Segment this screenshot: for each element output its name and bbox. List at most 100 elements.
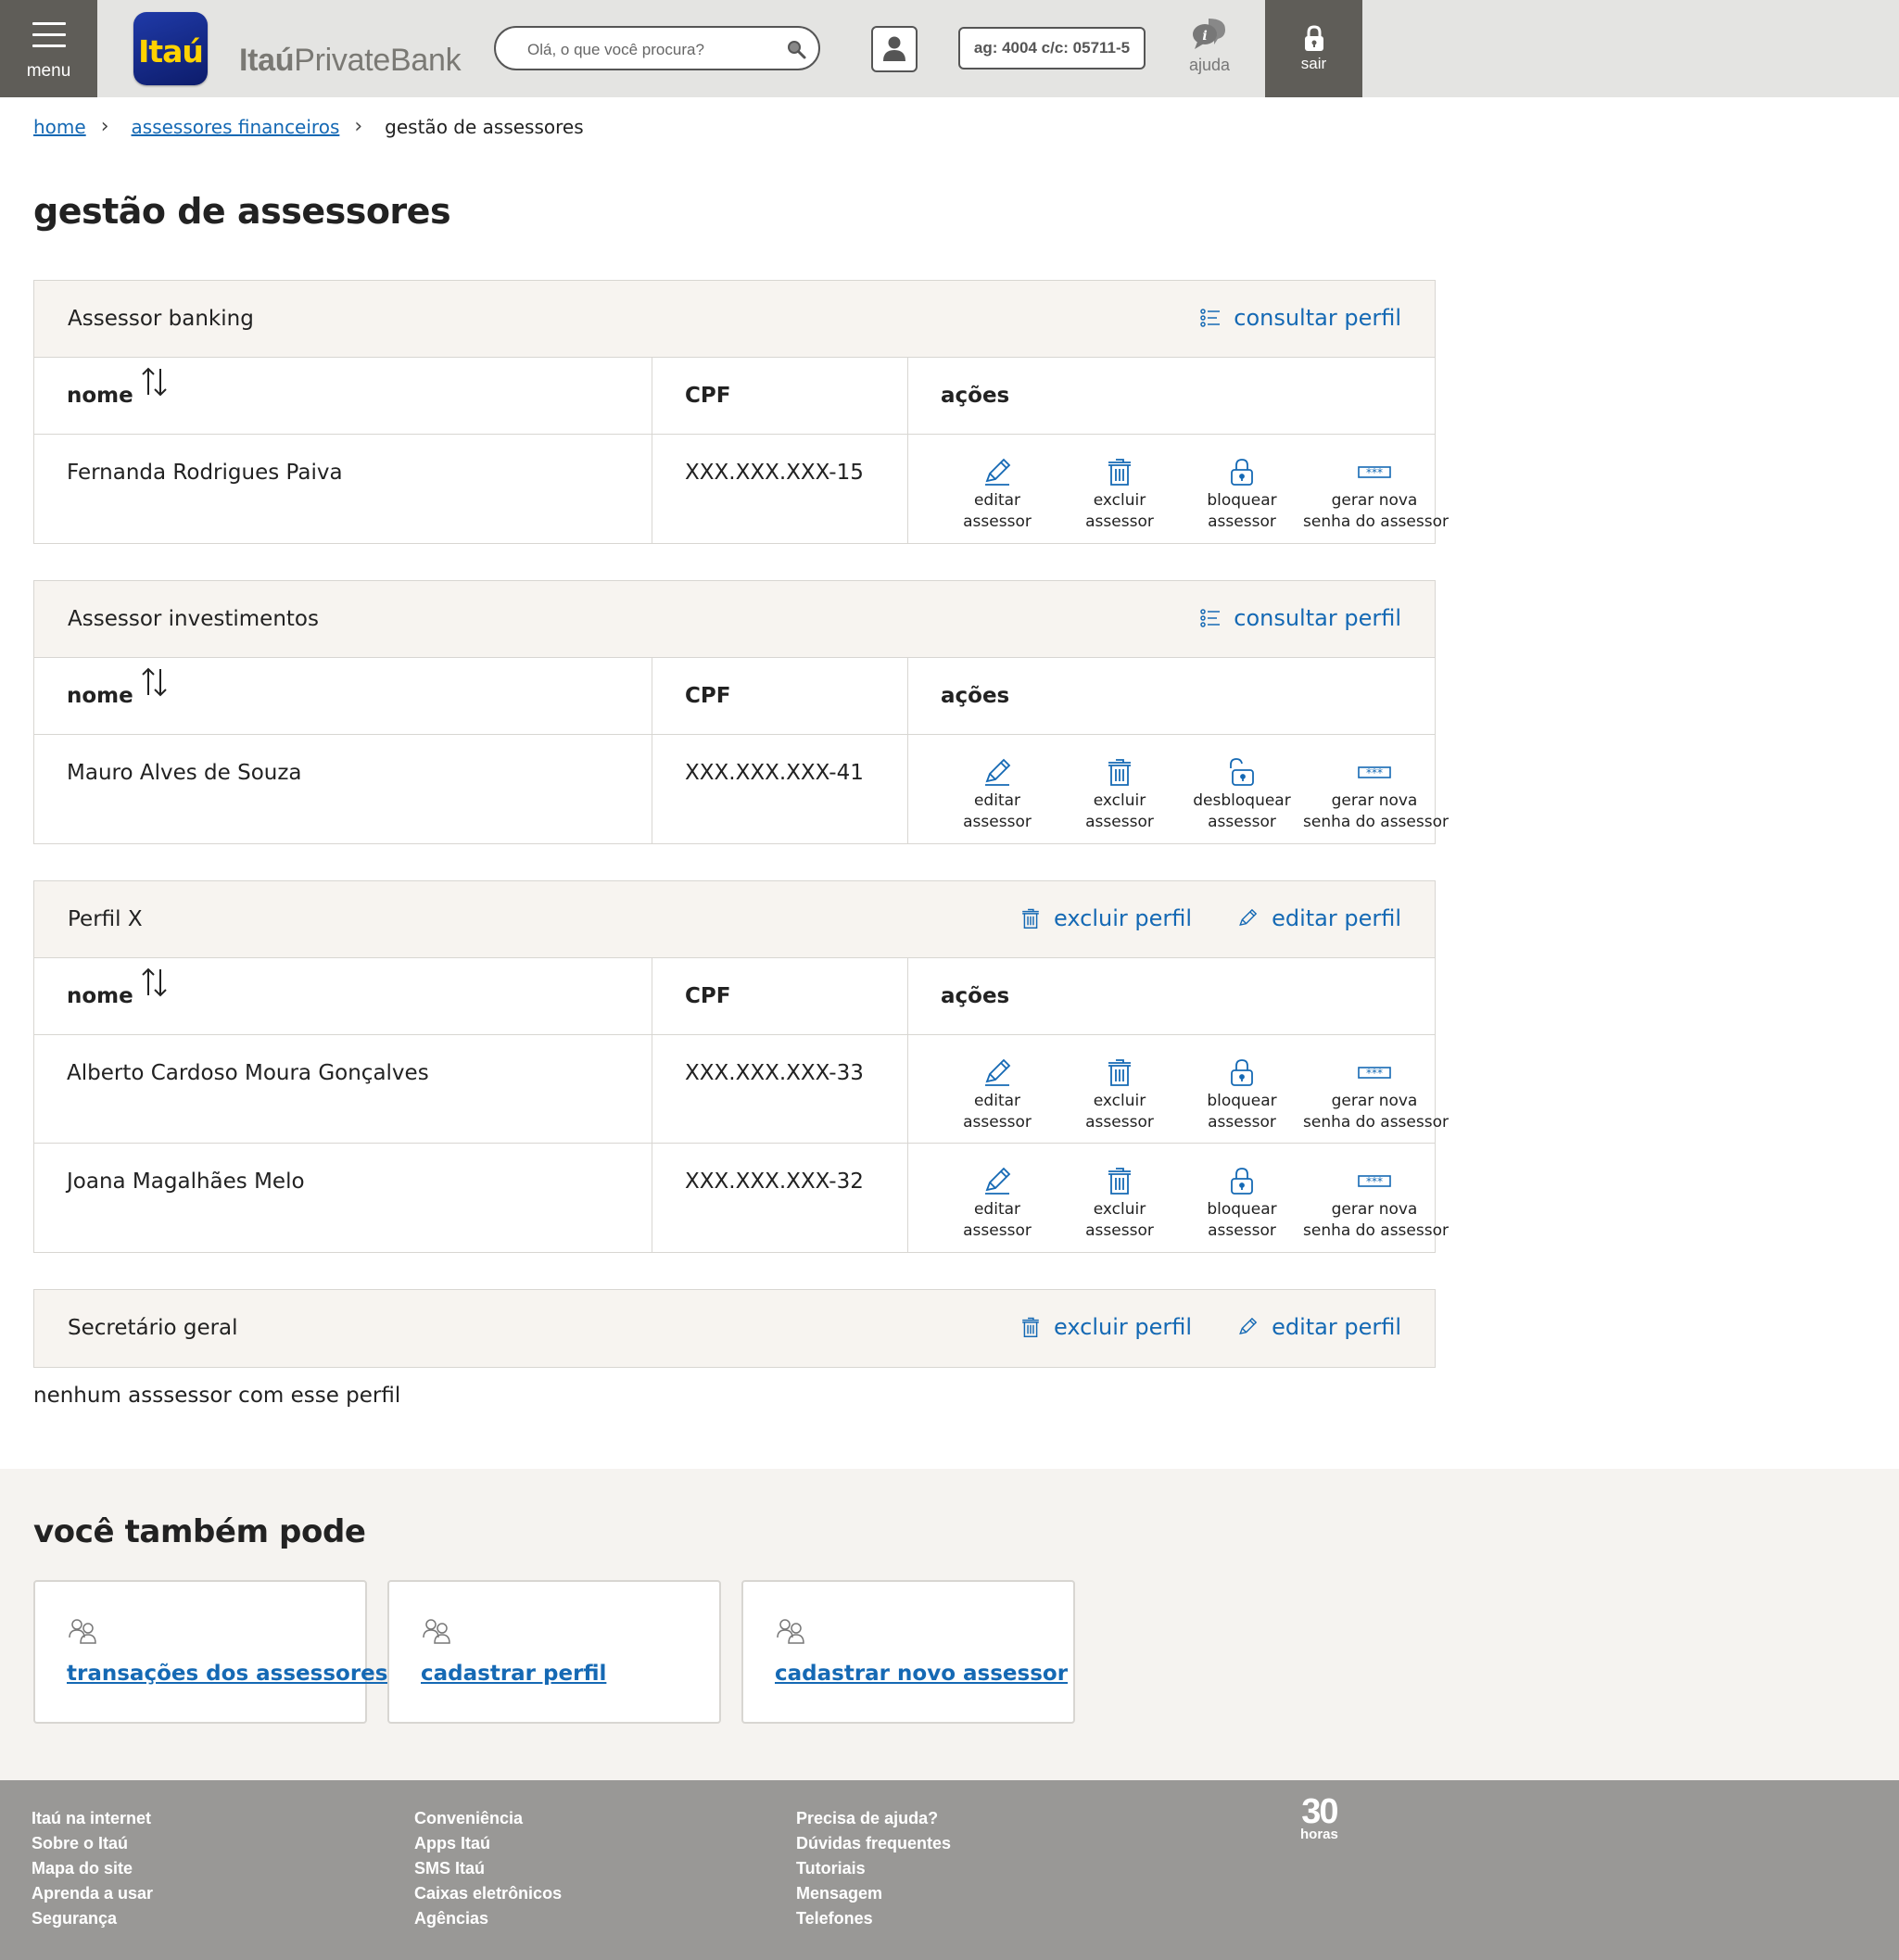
delete-advisor-button[interactable]: excluir assessor [1058,457,1181,533]
breadcrumb-assessores-financeiros[interactable]: assessores financeiros [132,116,340,138]
people-icon [69,1619,96,1644]
action-label-line1: gerar nova [1331,1092,1418,1110]
delete-advisor-button[interactable]: excluir assessor [1058,1166,1181,1242]
trash-icon [1022,908,1039,929]
footer-link[interactable]: Dúvidas frequentes [796,1831,951,1856]
footer-link[interactable]: Precisa de ajuda? [796,1806,951,1831]
edit-advisor-button[interactable]: editar assessor [936,457,1058,533]
trash-icon [1108,1168,1131,1195]
delete-advisor-button[interactable]: excluir assessor [1058,757,1181,833]
shortcut-link[interactable]: transações dos assessores [67,1662,387,1686]
action-label-line2: assessor [1085,1113,1154,1132]
sort-icon[interactable] [140,966,170,999]
edit-advisor-button[interactable]: editar assessor [936,1057,1058,1133]
delete-advisor-button[interactable]: excluir assessor [1058,1057,1181,1133]
footer-column-2: Conveniência Apps Itaú SMS Itaú Caixas e… [414,1806,562,1931]
generate-password-button[interactable]: *** gerar nova senha do assessor [1303,757,1449,833]
account-number[interactable]: ag: 4004 c/c: 05711-5 [958,27,1146,70]
footer-link[interactable]: Mensagem [796,1881,951,1906]
pencil-icon [985,758,1011,786]
shortcut-link[interactable]: cadastrar novo assessor [775,1662,1068,1686]
svg-text:i: i [1202,29,1207,44]
footer-link[interactable]: Tutoriais [796,1856,951,1881]
password-icon: *** [1358,466,1391,479]
itau-logo[interactable]: Itaú [133,12,208,85]
action-label-line1: gerar nova [1331,491,1418,510]
sort-icon[interactable] [140,665,170,699]
column-header-actions: ações [941,984,1010,1008]
sort-icon[interactable] [140,365,170,398]
breadcrumb: home › assessores financeiros › gestão d… [33,115,584,138]
edit-profile-link[interactable]: editar perfil [1236,905,1401,931]
exit-button[interactable]: sair [1265,0,1362,97]
advisor-cpf: XXX.XXX.XXX-32 [685,1170,864,1194]
action-label-line2: assessor [963,512,1032,531]
edit-profile-label: editar perfil [1272,905,1401,931]
advisor-name: Mauro Alves de Souza [67,761,302,785]
empty-group-message: nenhum asssessor com esse perfil [33,1384,401,1408]
search-placeholder: Olá, o que você procura? [527,41,704,58]
footer-link[interactable]: Conveniência [414,1806,562,1831]
breadcrumb-home[interactable]: home [33,116,86,138]
footer-column-1: Itaú na internet Sobre o Itaú Mapa do si… [32,1806,153,1931]
password-icon: *** [1358,1175,1391,1188]
table-row: Joana Magalhães Melo XXX.XXX.XXX-32 edit… [34,1144,1449,1252]
generate-password-button[interactable]: *** gerar nova senha do assessor [1303,1166,1449,1242]
block-advisor-button[interactable]: bloquear assessor [1181,1166,1303,1242]
action-label-line2: assessor [1208,512,1276,531]
help-button[interactable]: i ajuda [1177,17,1242,82]
also-can-title: você também pode [33,1513,366,1550]
footer-link[interactable]: SMS Itaú [414,1856,562,1881]
brand-bold: Itaú [239,43,295,78]
delete-profile-label: excluir perfil [1054,1314,1193,1340]
footer-link[interactable]: Telefones [796,1906,951,1931]
delete-profile-link[interactable]: excluir perfil [1020,1314,1192,1340]
action-label-line2: assessor [963,1113,1032,1132]
action-label-line1: bloquear [1207,1092,1277,1110]
footer-link[interactable]: Caixas eletrônicos [414,1881,562,1906]
padlock-icon [1231,1168,1253,1195]
list-icon [1200,309,1221,327]
shortcut-link[interactable]: cadastrar perfil [421,1662,606,1686]
help-icon: i [1193,19,1225,49]
group-header: Secretário geral excluir perfil editar p… [34,1290,1435,1367]
footer-link[interactable]: Mapa do site [32,1856,153,1881]
30-horas-badge[interactable]: 30 horas [1300,1794,1339,1841]
user-button[interactable] [871,26,918,72]
footer: Itaú na internet Sobre o Itaú Mapa do si… [0,1780,1899,1960]
unblock-advisor-button[interactable]: desbloquear assessor [1181,757,1303,833]
action-label-line2: assessor [1085,512,1154,531]
group-card-perfil-x: Perfil X excluir perfil editar perfil no… [33,880,1449,1253]
footer-link[interactable]: Agências [414,1906,562,1931]
menu-button[interactable]: menu [0,0,97,97]
edit-profile-link[interactable]: editar perfil [1236,1314,1401,1340]
chevron-right-icon: › [354,115,363,138]
shortcut-card-cadastrar-perfil[interactable]: cadastrar perfil [387,1580,721,1724]
search-input[interactable]: Olá, o que você procura? [494,26,820,70]
edit-advisor-button[interactable]: editar assessor [936,757,1058,833]
menu-icon [32,22,66,56]
shortcut-card-transacoes[interactable]: transações dos assessores [33,1580,387,1724]
block-advisor-button[interactable]: bloquear assessor [1181,1057,1303,1133]
shortcut-card-cadastrar-assessor[interactable]: cadastrar novo assessor [741,1580,1075,1724]
edit-advisor-button[interactable]: editar assessor [936,1166,1058,1242]
generate-password-button[interactable]: *** gerar nova senha do assessor [1303,457,1449,533]
footer-link[interactable]: Aprenda a usar [32,1881,153,1906]
block-advisor-button[interactable]: bloquear assessor [1181,457,1303,533]
footer-link[interactable]: Apps Itaú [414,1831,562,1856]
footer-link[interactable]: Sobre o Itaú [32,1831,153,1856]
breadcrumb-current: gestão de assessores [385,115,584,138]
footer-link[interactable]: Segurança [32,1906,153,1931]
consult-profile-link[interactable]: consultar perfil [1200,305,1401,331]
column-header-cpf: CPF [685,984,731,1008]
pencil-icon [985,1167,1011,1195]
delete-profile-link[interactable]: excluir perfil [1020,905,1192,931]
generate-password-button[interactable]: *** gerar nova senha do assessor [1303,1057,1449,1133]
action-label-line1: excluir [1093,791,1146,810]
footer-link[interactable]: Itaú na internet [32,1806,153,1831]
column-header-actions: ações [941,384,1010,408]
action-label-line2: assessor [1208,813,1276,831]
consult-profile-link[interactable]: consultar perfil [1200,605,1401,631]
search-icon[interactable] [785,38,807,60]
table-header-row: nome CPF ações [34,658,1435,735]
